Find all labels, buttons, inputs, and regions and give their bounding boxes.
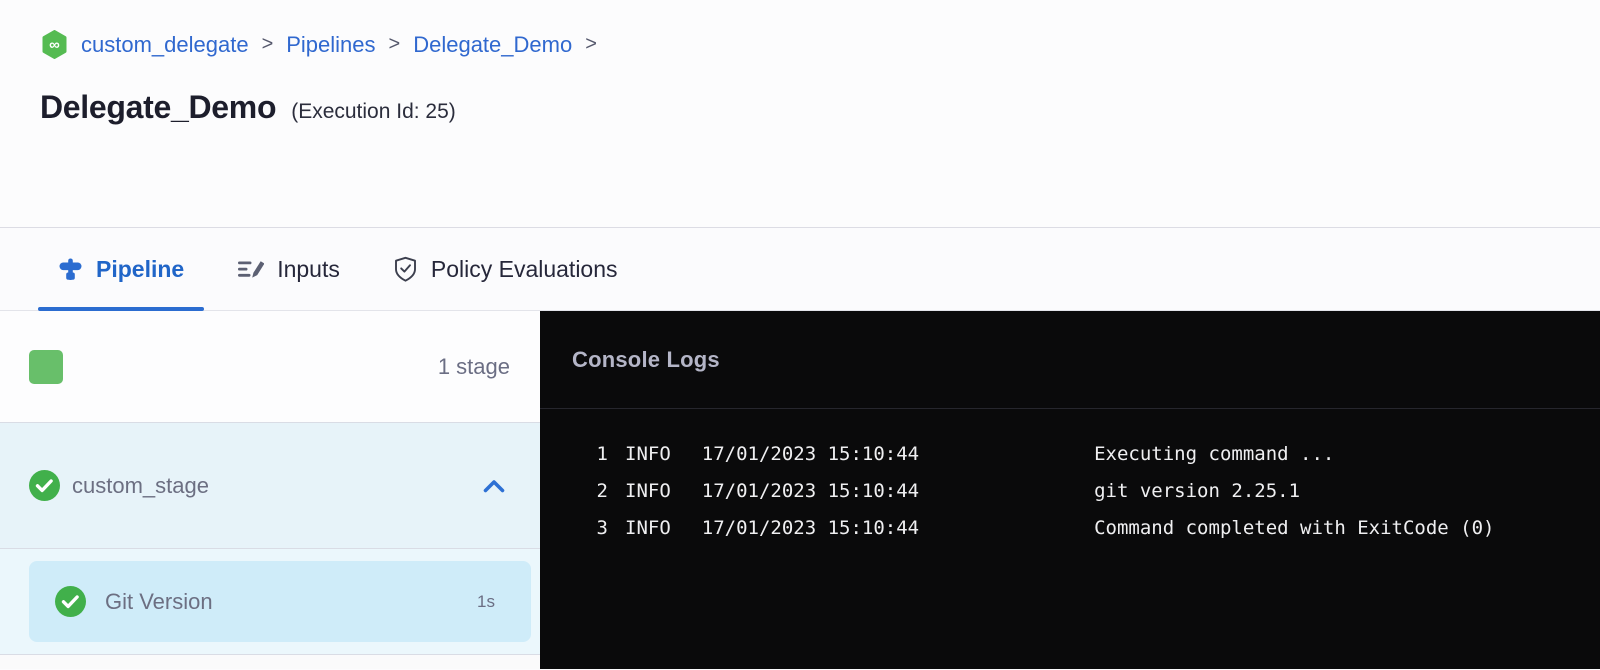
log-timestamp: 17/01/2023 15:10:44 xyxy=(702,480,919,502)
breadcrumb-separator: > xyxy=(259,33,277,56)
breadcrumb-pipelines-link[interactable]: Pipelines xyxy=(286,32,375,58)
page-header: ∞ custom_delegate > Pipelines > Delegate… xyxy=(0,0,1600,228)
tab-policy-evaluations[interactable]: Policy Evaluations xyxy=(373,228,638,310)
tab-policy-evaluations-label: Policy Evaluations xyxy=(431,256,618,283)
log-level: INFO xyxy=(625,480,671,502)
log-level: INFO xyxy=(625,517,671,539)
log-line-number: 1 xyxy=(578,443,608,465)
breadcrumb-separator: > xyxy=(386,33,404,56)
step-duration-label: 1s xyxy=(477,592,495,612)
inputs-edit-icon xyxy=(237,257,264,282)
log-line: 3 INFO 17/01/2023 15:10:44 Command compl… xyxy=(540,509,1600,546)
breadcrumb-project-link[interactable]: custom_delegate xyxy=(81,32,249,58)
stage-row-custom-stage[interactable]: custom_stage xyxy=(0,423,540,549)
log-line-number: 3 xyxy=(578,517,608,539)
log-line: 1 INFO 17/01/2023 15:10:44 Executing com… xyxy=(540,435,1600,472)
breadcrumb-pipeline-name-link[interactable]: Delegate_Demo xyxy=(413,32,572,58)
tab-inputs-label: Inputs xyxy=(277,256,340,283)
execution-tab-bar: Pipeline Inputs Policy Evaluations xyxy=(0,228,1600,311)
stages-header: 1 stage xyxy=(0,311,540,423)
console-logs-header: Console Logs xyxy=(540,311,1600,409)
page-title: Delegate_Demo xyxy=(40,89,276,126)
log-line: 2 INFO 17/01/2023 15:10:44 git version 2… xyxy=(540,472,1600,509)
breadcrumb-separator: > xyxy=(582,33,600,56)
svg-text:∞: ∞ xyxy=(49,37,60,54)
log-message: Executing command ... xyxy=(1094,443,1334,465)
breadcrumb: ∞ custom_delegate > Pipelines > Delegate… xyxy=(0,0,1600,59)
shield-check-icon xyxy=(393,256,418,283)
console-logs-panel: Console Logs 1 INFO 17/01/2023 15:10:44 … xyxy=(540,311,1600,669)
tab-inputs[interactable]: Inputs xyxy=(217,228,360,310)
stage-name-label: custom_stage xyxy=(72,473,483,499)
stage-count-label: 1 stage xyxy=(438,354,510,380)
project-infinity-hexagon-icon: ∞ xyxy=(42,30,67,59)
step-name-label: Git Version xyxy=(105,589,477,615)
execution-main: 1 stage custom_stage xyxy=(0,311,1600,669)
success-check-icon xyxy=(55,586,86,617)
log-message: git version 2.25.1 xyxy=(1094,480,1300,502)
console-logs-title: Console Logs xyxy=(572,347,720,372)
log-level: INFO xyxy=(625,443,671,465)
tab-pipeline-label: Pipeline xyxy=(96,256,184,283)
pipeline-icon xyxy=(58,257,83,282)
stage-status-square-icon xyxy=(29,350,63,384)
log-timestamp: 17/01/2023 15:10:44 xyxy=(702,443,919,465)
collapse-stage-button[interactable] xyxy=(483,478,505,494)
log-timestamp: 17/01/2023 15:10:44 xyxy=(702,517,919,539)
stage-panel: 1 stage custom_stage xyxy=(0,311,540,669)
execution-id-label: (Execution Id: 25) xyxy=(291,100,456,124)
steps-list: Git Version 1s xyxy=(0,549,540,655)
success-check-icon xyxy=(29,470,60,501)
log-message: Command completed with ExitCode (0) xyxy=(1094,517,1494,539)
tab-pipeline[interactable]: Pipeline xyxy=(38,228,204,310)
title-row: Delegate_Demo (Execution Id: 25) xyxy=(0,59,1600,126)
log-line-number: 2 xyxy=(578,480,608,502)
console-log-body[interactable]: 1 INFO 17/01/2023 15:10:44 Executing com… xyxy=(540,409,1600,546)
step-row-git-version[interactable]: Git Version 1s xyxy=(29,561,531,642)
